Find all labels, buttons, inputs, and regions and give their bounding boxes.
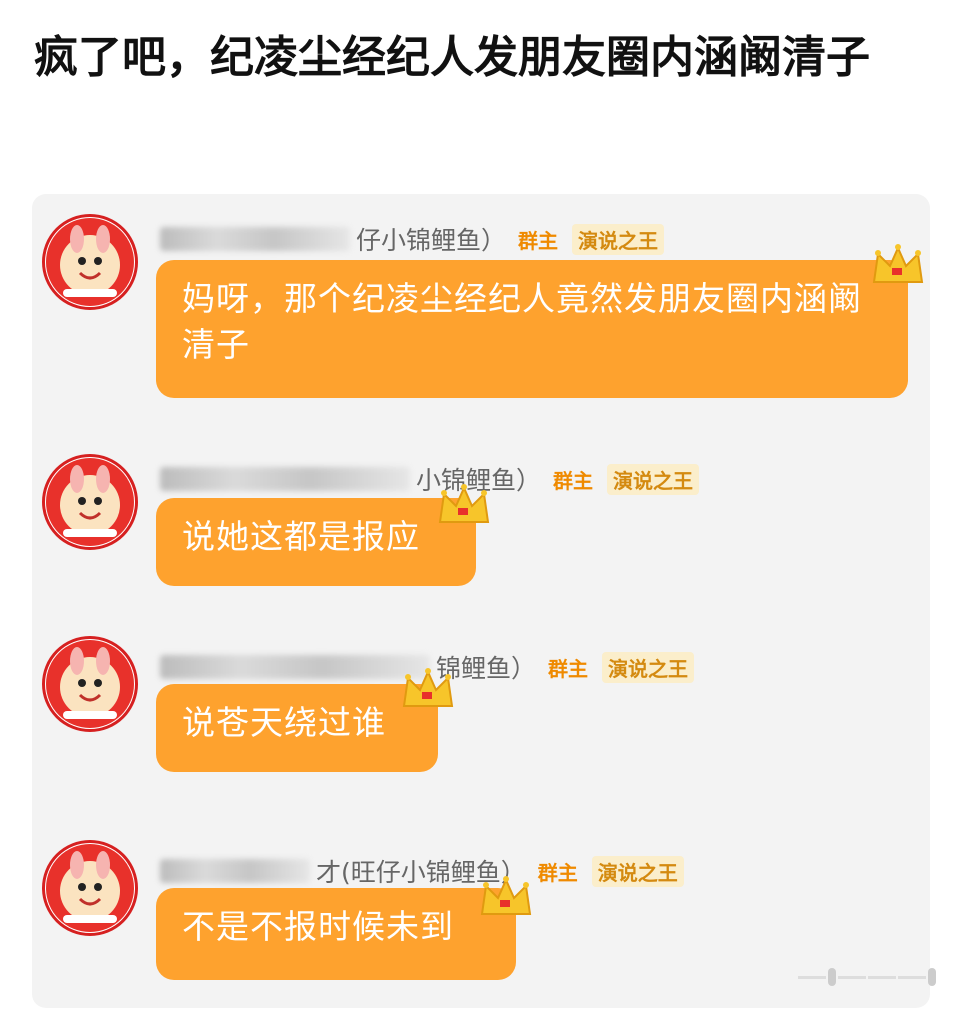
sender-meta: 小锦鲤鱼） 群主 演说之王: [160, 462, 700, 496]
crown-icon: [480, 876, 532, 915]
title-badge: 演说之王: [602, 651, 695, 683]
mascot-icon: [46, 218, 134, 306]
name-redaction: [160, 655, 430, 679]
message-bubble[interactable]: 说苍天绕过谁: [156, 684, 438, 772]
scroll-track: [838, 975, 866, 979]
owner-badge: 群主: [553, 468, 594, 493]
mascot-icon: [46, 844, 134, 932]
title-badge: 演说之王: [572, 223, 665, 255]
owner-badge: 群主: [537, 860, 578, 885]
sender-meta: 才(旺仔小锦鲤鱼） 群主 演说之王: [160, 854, 684, 888]
scroll-indicator[interactable]: [720, 964, 936, 990]
chat-screenshot: 仔小锦鲤鱼） 群主 演说之王 妈呀，那个纪凌尘经纪人竟然发朋友圈内涵阚清子 小锦…: [32, 194, 930, 1008]
scroll-track: [898, 975, 926, 979]
title-badge: 演说之王: [607, 463, 700, 495]
scroll-thumb[interactable]: [928, 968, 936, 986]
sender-meta: 仔小锦鲤鱼） 群主 演说之王: [160, 222, 665, 256]
message-bubble[interactable]: 不是不报时候未到: [156, 888, 516, 980]
name-redaction: [160, 227, 350, 251]
crown-icon: [402, 668, 454, 707]
post-title: 疯了吧，纪凌尘经纪人发朋友圈内涵阚清子: [34, 32, 870, 83]
scroll-track: [868, 975, 896, 979]
scroll-thumb[interactable]: [828, 968, 836, 986]
crown-icon: [438, 484, 490, 523]
avatar[interactable]: [42, 840, 138, 936]
avatar[interactable]: [42, 636, 138, 732]
crown-icon: [872, 244, 924, 283]
sender-name: 仔小锦鲤鱼）: [356, 226, 507, 255]
message-bubble[interactable]: 妈呀，那个纪凌尘经纪人竟然发朋友圈内涵阚清子: [156, 260, 908, 398]
avatar[interactable]: [42, 214, 138, 310]
title-badge: 演说之王: [591, 855, 684, 887]
name-redaction: [160, 859, 310, 883]
mascot-icon: [46, 458, 134, 546]
mascot-icon: [46, 640, 134, 728]
name-redaction: [160, 467, 410, 491]
message-bubble[interactable]: 说她这都是报应: [156, 498, 476, 586]
owner-badge: 群主: [518, 228, 559, 253]
scroll-track: [798, 975, 826, 979]
avatar[interactable]: [42, 454, 138, 550]
owner-badge: 群主: [548, 656, 589, 681]
